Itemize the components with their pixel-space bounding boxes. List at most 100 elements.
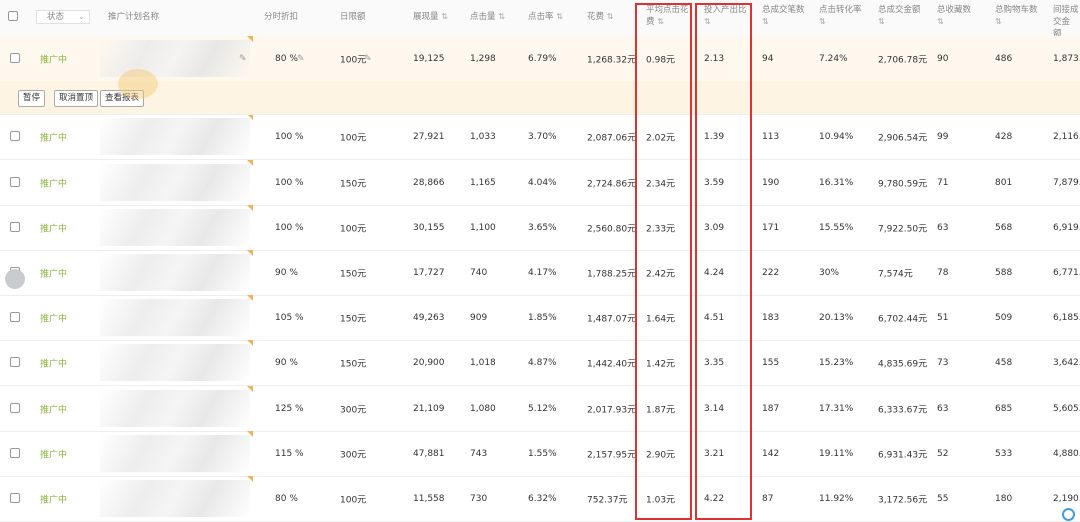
cell-cart: 588 xyxy=(995,267,1013,278)
cell-clicks: 1,080 xyxy=(470,403,496,414)
indirect-amount-header[interactable]: 间接成交金额 xyxy=(1053,4,1080,40)
floating-circle-button[interactable] xyxy=(5,269,25,289)
carts-header[interactable]: 总购物车数 ⇅ xyxy=(995,4,1038,28)
cell-fav: 78 xyxy=(937,267,949,278)
plan-name-redacted xyxy=(100,164,250,201)
cell-discount: 105 % xyxy=(275,312,304,323)
cell-orders: 183 xyxy=(762,312,780,323)
corner-marker-icon xyxy=(247,205,253,211)
total-orders-header[interactable]: 总成交笔数 ⇅ xyxy=(762,4,805,28)
cell-clicks: 730 xyxy=(470,493,488,504)
status-filter-select[interactable]: 状态 ⌄ xyxy=(36,10,90,24)
cell-clicks: 1,298 xyxy=(470,53,496,64)
row-checkbox[interactable] xyxy=(10,448,20,458)
cell-orders: 113 xyxy=(762,131,780,142)
row-checkbox[interactable] xyxy=(10,53,20,63)
cell-clicks: 740 xyxy=(470,267,488,278)
cell-cart: 533 xyxy=(995,448,1013,459)
cell-indirect: 6,919.7 xyxy=(1053,222,1080,233)
cell-indirect: 3,642.0 xyxy=(1053,357,1080,368)
cell-fav: 90 xyxy=(937,53,949,64)
cell-impressions: 17,727 xyxy=(413,267,445,278)
row-checkbox[interactable] xyxy=(10,131,20,141)
decorative-blob xyxy=(118,69,158,99)
cell-discount: 90 % xyxy=(275,357,298,368)
sort-icon: ⇅ xyxy=(819,17,826,26)
cell-orders: 171 xyxy=(762,222,780,233)
cell-ctr: 4.87% xyxy=(528,357,557,368)
cell-impressions: 19,125 xyxy=(413,53,445,64)
cell-cvr: 16.31% xyxy=(819,177,854,188)
clicks-header[interactable]: 点击量 ⇅ xyxy=(470,11,505,23)
cell-impressions: 30,155 xyxy=(413,222,445,233)
cell-fav: 55 xyxy=(937,493,949,504)
cell-fav: 63 xyxy=(937,403,949,414)
cell-budget: 100元 xyxy=(340,133,367,143)
ctr-header[interactable]: 点击率 ⇅ xyxy=(528,11,563,23)
table-row: 推广中 90 % 150元 20,900 1,018 4.87% 1,442.40元 1.42… xyxy=(0,340,1080,386)
plan-name-redacted xyxy=(100,254,250,291)
corner-marker-icon xyxy=(247,36,253,42)
select-all-checkbox[interactable] xyxy=(8,11,18,21)
plan-name-redacted xyxy=(100,480,250,517)
impressions-header[interactable]: 展现量 ⇅ xyxy=(413,11,448,23)
cell-amount: 2,706.78元 xyxy=(878,55,928,65)
cell-amount: 7,574元 xyxy=(878,269,913,279)
cell-budget: 300元 xyxy=(340,450,367,460)
cell-impressions: 27,921 xyxy=(413,131,445,142)
cell-indirect: 5,605.7 xyxy=(1053,403,1080,414)
cell-discount: 80 % xyxy=(275,53,298,64)
table-row: 推广中 105 % 150元 49,263 909 1.85% 1,487.07元 1.64元… xyxy=(0,295,1080,341)
row-checkbox[interactable] xyxy=(10,493,20,503)
daily-budget-header: 日限额 xyxy=(340,12,366,22)
row-checkbox[interactable] xyxy=(10,177,20,187)
cell-impressions: 47,881 xyxy=(413,448,445,459)
plan-name-redacted xyxy=(100,118,250,155)
edit-discount-icon[interactable]: ✎ xyxy=(297,54,305,64)
row-checkbox[interactable] xyxy=(10,357,20,367)
row-action-bar: 暂停 取消置顶 查看报表 xyxy=(0,69,1080,115)
table-row: 推广中 90 % 150元 17,727 740 4.17% 1,788.25元 2.42元 4… xyxy=(0,250,1080,296)
spend-header[interactable]: 花费 ⇅ xyxy=(587,11,613,23)
corner-marker-icon xyxy=(247,386,253,392)
plan-name-redacted xyxy=(100,435,250,472)
row-checkbox[interactable] xyxy=(10,222,20,232)
plan-name-header: 推广计划名称 xyxy=(108,12,160,22)
cell-spend: 1,788.25元 xyxy=(587,269,637,279)
total-amount-header[interactable]: 总成交金额 ⇅ xyxy=(878,4,921,28)
favorites-header[interactable]: 总收藏数 ⇅ xyxy=(937,4,971,28)
cell-budget: 100元 xyxy=(340,55,367,65)
cell-ctr: 3.65% xyxy=(528,222,557,233)
cell-spend: 2,017.93元 xyxy=(587,405,637,415)
cell-discount: 100 % xyxy=(275,222,304,233)
cell-clicks: 1,033 xyxy=(470,131,496,142)
plan-name-redacted xyxy=(100,299,250,336)
cancel-pin-button[interactable]: 取消置顶 xyxy=(54,90,99,107)
plan-name-redacted xyxy=(100,344,250,381)
cell-status: 推广中 xyxy=(40,133,68,143)
status-header-label: 状态 xyxy=(47,12,65,22)
cell-spend: 2,560.80元 xyxy=(587,224,637,234)
cvr-header[interactable]: 点击转化率 ⇅ xyxy=(819,4,862,28)
cell-budget: 100元 xyxy=(340,224,367,234)
search-help-icon[interactable] xyxy=(1062,508,1075,521)
sort-icon: ⇅ xyxy=(556,12,563,21)
row-checkbox[interactable] xyxy=(10,403,20,413)
pause-button[interactable]: 暂停 xyxy=(18,90,46,107)
cell-orders: 94 xyxy=(762,53,774,64)
cell-spend: 2,087.06元 xyxy=(587,133,637,143)
row-checkbox[interactable] xyxy=(10,312,20,322)
cell-cart: 568 xyxy=(995,222,1013,233)
edit-budget-icon[interactable]: ✎ xyxy=(364,54,372,64)
edit-name-icon[interactable]: ✎ xyxy=(239,54,247,64)
cell-cvr: 10.94% xyxy=(819,131,854,142)
cell-cvr: 15.55% xyxy=(819,222,854,233)
table-row: 推广中 80 % 100元 19,125 1,298 6.79% 1,268.32元 0.98… xyxy=(0,36,1080,82)
sort-icon: ⇅ xyxy=(498,12,505,21)
cell-fav: 63 xyxy=(937,222,949,233)
cell-budget: 150元 xyxy=(340,179,367,189)
cell-impressions: 21,109 xyxy=(413,403,445,414)
cell-indirect: 2,116.4 xyxy=(1053,131,1080,142)
cell-cvr: 15.23% xyxy=(819,357,854,368)
cell-fav: 71 xyxy=(937,177,949,188)
